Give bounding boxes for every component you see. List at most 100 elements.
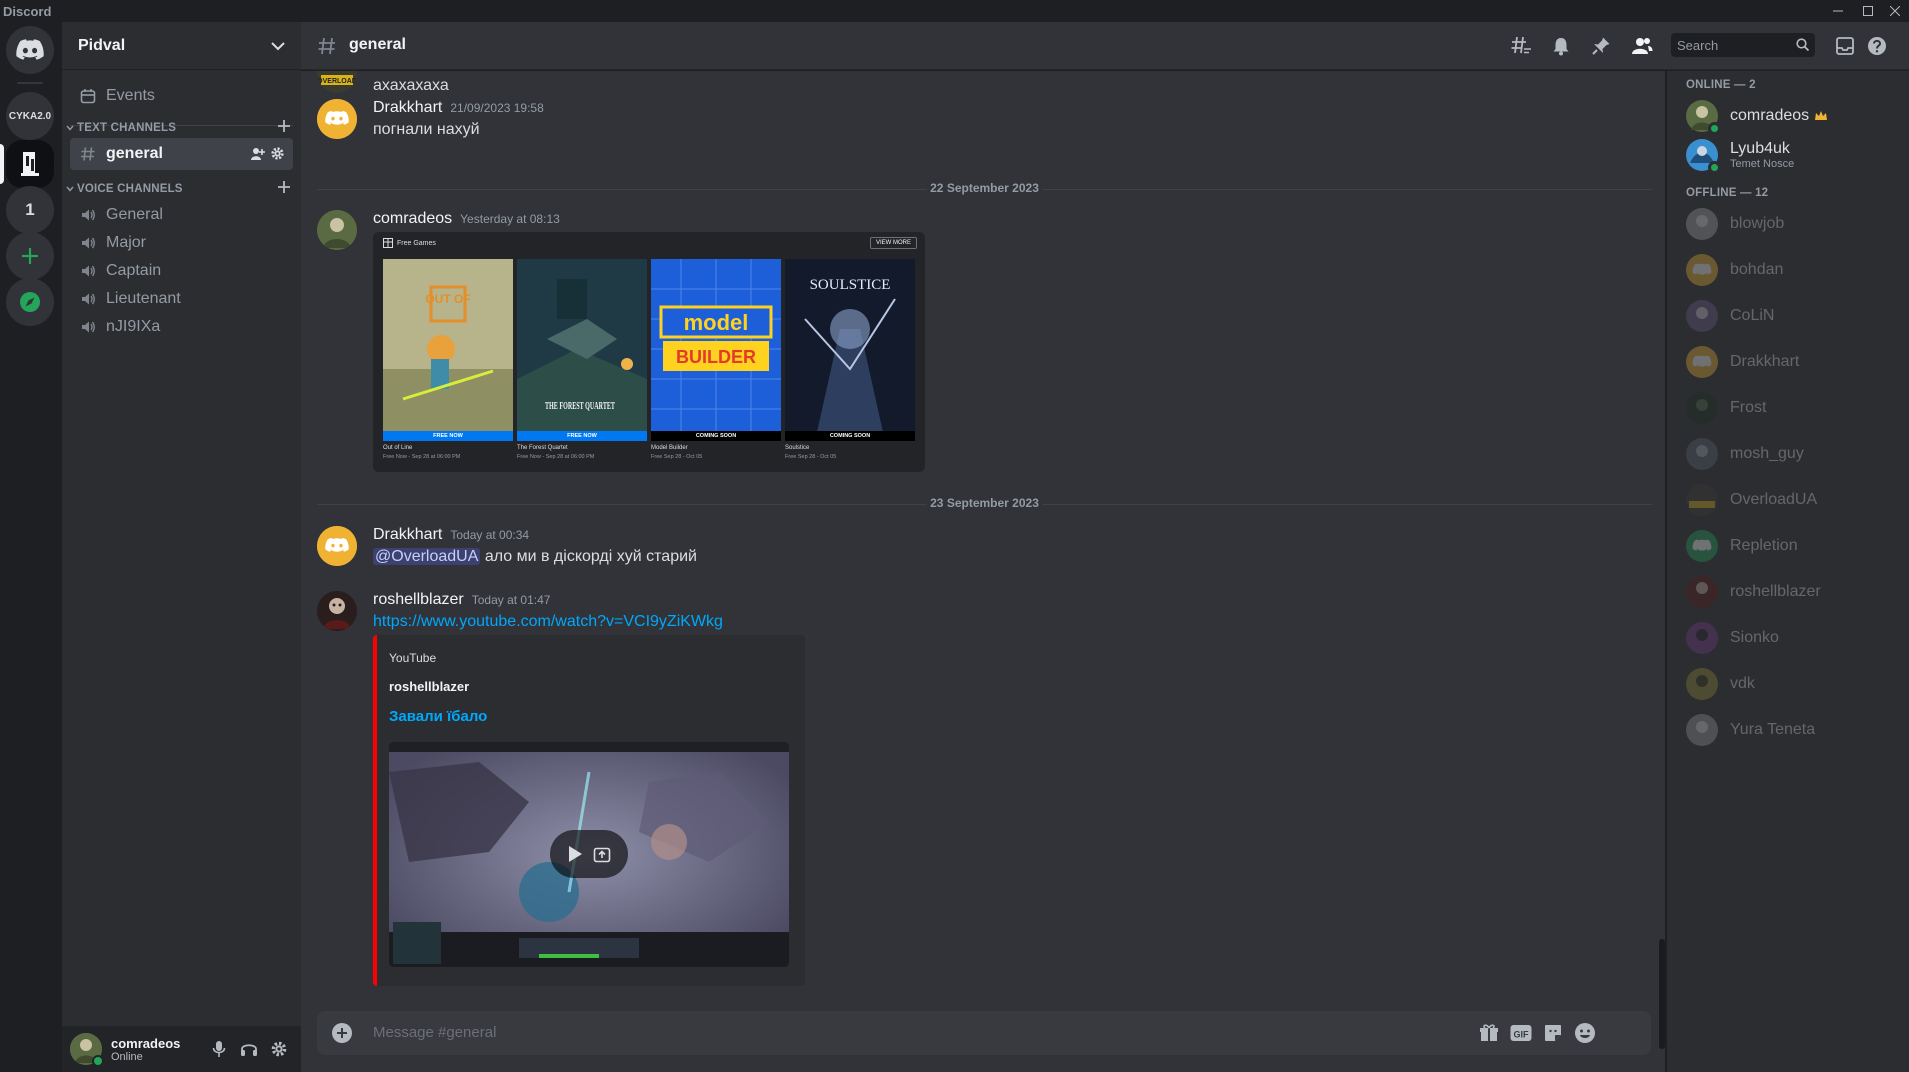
member-name: Yura Teneta [1730, 721, 1816, 738]
avatar [1686, 576, 1718, 608]
video-thumbnail[interactable] [389, 742, 789, 967]
game-card-soulstice[interactable]: SOULSTICE COMING SOON [785, 259, 915, 441]
channel-general[interactable]: general [70, 138, 293, 170]
avatar[interactable] [317, 526, 357, 566]
attach-button[interactable] [331, 1022, 353, 1044]
create-channel-button[interactable] [277, 180, 291, 194]
message-author[interactable]: Drakkhart [373, 526, 442, 544]
add-server-button[interactable] [6, 232, 54, 280]
text-channels-category[interactable]: TEXT CHANNELS [66, 119, 297, 137]
active-server-pill [0, 144, 4, 184]
play-button[interactable] [567, 845, 583, 863]
embed-video-title[interactable]: Завали їбало [389, 708, 487, 725]
threads-icon [1511, 36, 1531, 54]
message-text: ахахахаха [373, 77, 449, 94]
gift-button[interactable] [1477, 1021, 1501, 1045]
minimize-button[interactable] [1827, 2, 1849, 20]
server-1[interactable]: 1 [6, 186, 54, 234]
game-art-forest-quartet: THE FOREST QUARTET [517, 259, 647, 441]
explore-servers-button[interactable] [6, 278, 54, 326]
member-vdk[interactable]: vdk [1686, 663, 1901, 705]
game-card-out-of-line[interactable]: OUT OF FREE NOW [383, 259, 513, 441]
gif-button[interactable]: GIF [1509, 1021, 1533, 1045]
avatar[interactable]: OVERLOAD [317, 71, 357, 93]
embed-author[interactable]: roshellblazer [389, 679, 469, 694]
message-author[interactable]: comradeos [373, 210, 452, 228]
member-comradeos[interactable]: comradeos [1686, 95, 1901, 137]
view-more-button[interactable]: VIEW MORE [869, 237, 917, 249]
member-blowjob[interactable]: blowjob [1686, 203, 1901, 245]
message-header: roshellblazer Today at 01:47 [373, 591, 550, 609]
voice-channels-category[interactable]: VOICE CHANNELS [66, 180, 297, 198]
threads-button[interactable] [1509, 34, 1533, 58]
game-availability: Free Sep 28 - Oct 05 [651, 454, 703, 460]
game-card-model-builder[interactable]: model BUILDER COMING SOON [651, 259, 781, 441]
open-external-button[interactable] [593, 845, 611, 863]
member-bohdan[interactable]: bohdan [1686, 249, 1901, 291]
member-drakkhart[interactable]: Drakkhart [1686, 341, 1901, 383]
voice-channel-njiixa[interactable]: nJI9IXa [70, 311, 293, 343]
embed-provider[interactable]: YouTube [389, 651, 436, 665]
invite-button[interactable] [250, 146, 265, 161]
emoji-button[interactable] [1573, 1021, 1597, 1045]
events-link[interactable]: Events [70, 80, 293, 112]
game-art-model-builder: model BUILDER [651, 259, 781, 441]
member-roshellblazer[interactable]: roshellblazer [1686, 571, 1901, 613]
server-rail: CYKA2.0 1 [0, 22, 62, 1072]
server-pidval[interactable] [6, 140, 54, 188]
date-divider: 23 September 2023 [317, 496, 1652, 510]
server-cyka[interactable]: CYKA2.0 [6, 92, 54, 140]
member-lyub4uk[interactable]: Lyub4uk Temet Nosce [1686, 134, 1901, 176]
game-card-forest-quartet[interactable]: THE FOREST QUARTET FREE NOW [517, 259, 647, 441]
avatar[interactable] [317, 210, 357, 250]
maximize-button[interactable] [1857, 2, 1879, 20]
member-sionko[interactable]: Sionko [1686, 617, 1901, 659]
message-author[interactable]: Drakkhart [373, 99, 442, 117]
message-author[interactable]: roshellblazer [373, 591, 464, 609]
chat-scrollbar[interactable] [1659, 79, 1665, 1072]
scrollbar-thumb[interactable] [1659, 939, 1665, 1049]
channel-settings-button[interactable] [270, 146, 285, 161]
avatar[interactable] [70, 1033, 104, 1067]
avatar[interactable] [317, 591, 357, 631]
member-name: comradeos [1730, 107, 1810, 124]
user-mention[interactable]: @OverloadUA [373, 548, 481, 565]
member-mosh-guy[interactable]: mosh_guy [1686, 433, 1901, 475]
add-server-icon [22, 248, 38, 264]
help-button[interactable] [1865, 34, 1889, 58]
member-yura-teneta[interactable]: Yura Teneta [1686, 709, 1901, 751]
user-info[interactable]: comradeos Online [111, 1036, 205, 1063]
channel-name: General [106, 206, 163, 223]
calendar-icon [78, 86, 98, 106]
deafen-button[interactable] [233, 1040, 265, 1058]
user-settings-button[interactable] [265, 1040, 293, 1058]
channel-name: Captain [106, 262, 162, 279]
message-link[interactable]: https://www.youtube.com/watch?v=VCI9yZiK… [373, 613, 723, 631]
pinned-messages-button[interactable] [1589, 34, 1613, 58]
speaker-icon [78, 205, 98, 225]
play-icon [569, 846, 582, 862]
member-colin[interactable]: CoLiN [1686, 295, 1901, 337]
inbox-button[interactable] [1833, 34, 1857, 58]
search-input[interactable]: Search [1671, 33, 1815, 57]
close-button[interactable] [1884, 2, 1906, 20]
message-body: ало ми в діскорді хуй старий [484, 548, 697, 565]
create-channel-button[interactable] [277, 119, 291, 133]
message-composer[interactable]: Message #general GIF [317, 1011, 1651, 1055]
message-timestamp: Yesterday at 08:13 [460, 212, 560, 226]
channel-name: Lieutenant [106, 290, 181, 307]
member-repletion[interactable]: Repletion [1686, 525, 1901, 567]
category-label: VOICE CHANNELS [77, 183, 183, 195]
mute-button[interactable] [205, 1040, 233, 1058]
sticker-button[interactable] [1541, 1021, 1565, 1045]
avatar[interactable] [317, 99, 357, 139]
guild-header[interactable]: Pidval [62, 22, 301, 70]
direct-messages-button[interactable] [6, 26, 54, 74]
member-frost[interactable]: Frost [1686, 387, 1901, 429]
free-games-embed[interactable]: Free Games VIEW MORE OUT OF FREE NOW Out… [373, 232, 925, 472]
member-list-toggle[interactable] [1630, 34, 1654, 58]
inbox-icon [1836, 37, 1854, 55]
game-availability: Free Now - Sep 28 at 06:00 PM [517, 454, 595, 460]
member-overloadua[interactable]: OverloadUA [1686, 479, 1901, 521]
notification-settings-button[interactable] [1549, 34, 1573, 58]
